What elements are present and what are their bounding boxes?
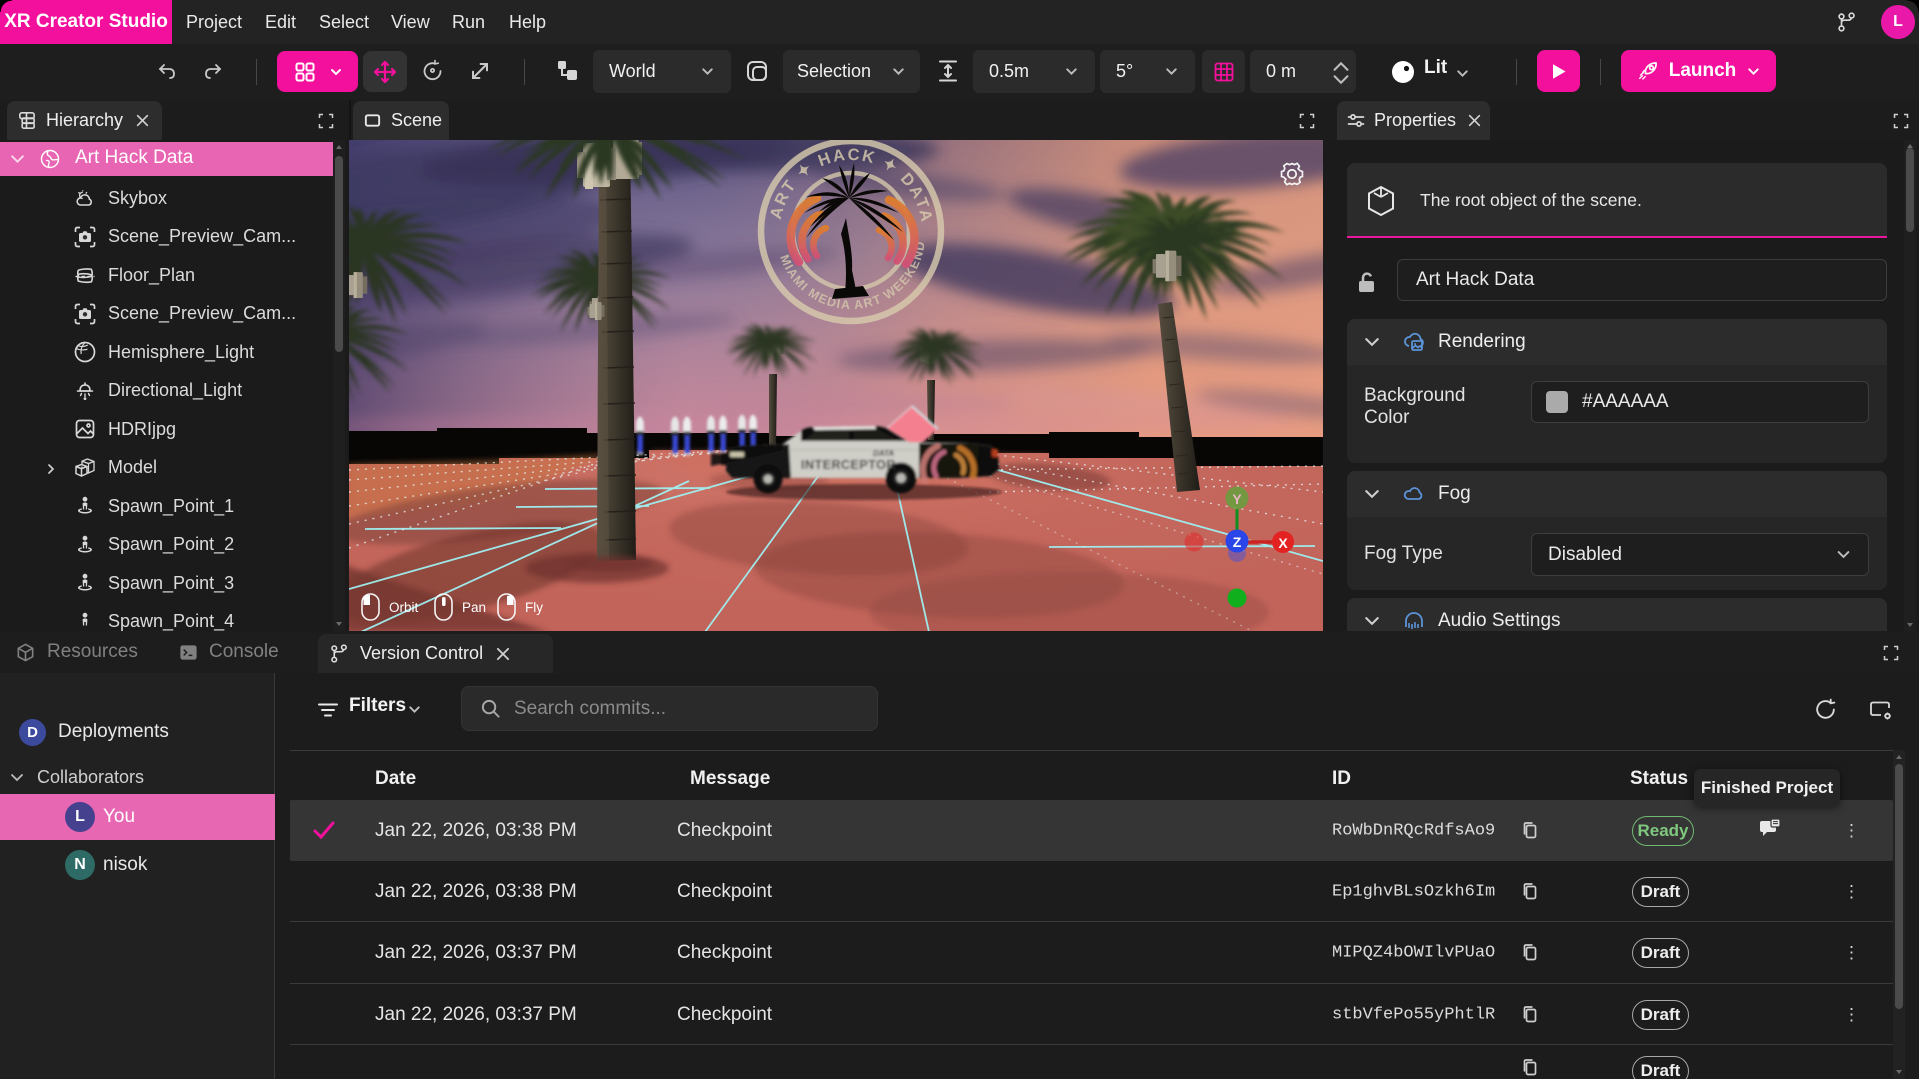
svg-text:INTERCEPTOR: INTERCEPTOR	[801, 458, 896, 472]
svg-text:Pan: Pan	[462, 600, 486, 615]
svg-text:Z: Z	[1233, 534, 1242, 550]
svg-text:Y: Y	[1232, 491, 1242, 507]
svg-text:Fly: Fly	[525, 600, 543, 615]
svg-text:X: X	[1278, 535, 1288, 551]
svg-text:Orbit: Orbit	[389, 600, 419, 615]
